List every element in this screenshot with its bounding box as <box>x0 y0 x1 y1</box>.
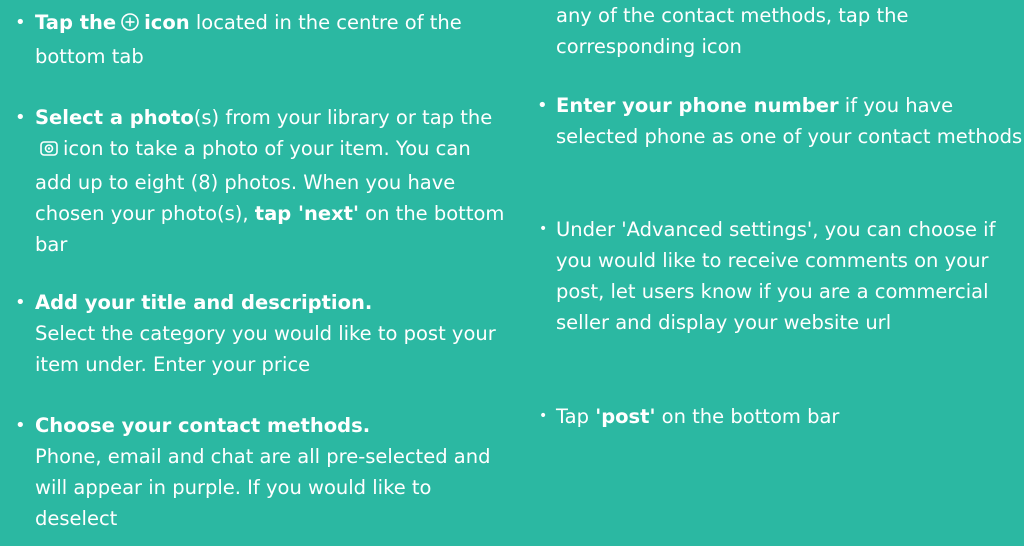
step-7-text: Tap <box>556 405 596 428</box>
camera-icon <box>39 136 59 167</box>
step-2-text: (s) from your library or tap the <box>193 106 493 129</box>
plus-circle-icon <box>120 10 140 41</box>
step-3: Add your title and description. Select th… <box>35 287 505 380</box>
bullet: • <box>539 221 548 237</box>
step-7-post: 'post' <box>595 405 656 428</box>
step-6-text: Under 'Advanced settings', you can choos… <box>556 218 996 334</box>
bullet: • <box>15 12 26 33</box>
step-4-lead: Choose your contact methods. <box>35 414 371 437</box>
step-7: Tap 'post' on the bottom bar <box>556 401 1024 432</box>
bullet: • <box>537 95 548 116</box>
bullet: • <box>539 408 548 424</box>
step-1-lead: Tap the <box>35 11 117 34</box>
bullet: • <box>15 107 26 128</box>
step-2: Select a photo(s) from your library or t… <box>35 102 505 260</box>
step-5: Enter your phone number if you have sele… <box>556 90 1024 152</box>
step-2-next: tap 'next' <box>254 202 359 225</box>
step-2-lead: Select a photo <box>35 106 194 129</box>
bullet: • <box>15 292 26 313</box>
continuation-text: any of the contact methods, tap the corr… <box>556 4 909 58</box>
step-6: Under 'Advanced settings', you can choos… <box>556 214 1024 338</box>
step-3-text: Select the category you would like to po… <box>35 322 496 376</box>
step-1: Tap the icon located in the centre of the… <box>35 7 505 72</box>
bullet: • <box>15 415 26 436</box>
step-7-text-2: on the bottom bar <box>655 405 840 428</box>
step-3-lead: Add your title and description. <box>35 291 373 314</box>
step-1-icon-word: icon <box>144 11 190 34</box>
step-4-text: Phone, email and chat are all pre-select… <box>35 445 491 530</box>
step-5-lead: Enter your phone number <box>556 94 839 117</box>
step-4: Choose your contact methods. Phone, email… <box>35 410 505 534</box>
